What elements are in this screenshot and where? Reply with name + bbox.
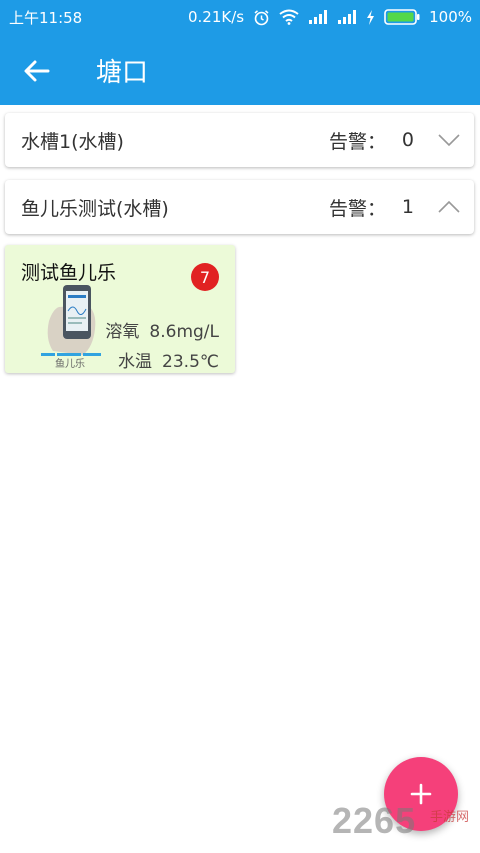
alarm-badge: 7 xyxy=(191,263,219,291)
alarm-icon xyxy=(254,9,269,25)
watermark-subtitle: 手游网 xyxy=(430,810,470,825)
arrow-left-icon[interactable] xyxy=(22,56,52,86)
chevron-up-icon[interactable] xyxy=(438,200,460,214)
alarm-label: 告警： xyxy=(328,197,386,220)
alarm-count: 1 xyxy=(401,196,414,218)
alarm-count: 0 xyxy=(401,129,414,151)
battery-icon xyxy=(384,9,420,25)
status-bar: 上午11:58 0.21K/s 100% xyxy=(0,0,480,34)
alarm-label: 告警： xyxy=(328,130,386,153)
network-speed: 0.21K/s xyxy=(188,8,245,26)
app-bar: 塘口 xyxy=(0,34,480,105)
page-title: 塘口 xyxy=(96,58,149,88)
chevron-down-icon[interactable] xyxy=(438,133,460,147)
device-card[interactable]: 测试鱼儿乐 7 鱼儿乐 溶氧 8.6mg/L 水温 23.5℃ xyxy=(5,245,235,373)
metric-dissolved-oxygen: 溶氧 8.6mg/L xyxy=(105,317,219,342)
group-row-tank-1[interactable]: 水槽1(水槽) 告警： 0 xyxy=(5,113,474,167)
status-icons: 0.21K/s 100% xyxy=(188,8,472,26)
metric-water-temperature: 水温 23.5℃ xyxy=(118,347,219,372)
wifi-icon xyxy=(279,9,299,25)
group-row-yuerle-test[interactable]: 鱼儿乐测试(水槽) 告警： 1 xyxy=(5,180,474,234)
charging-icon xyxy=(367,9,375,25)
group-name: 水槽1(水槽) xyxy=(21,130,124,153)
metric-value: 23.5℃ xyxy=(162,352,219,372)
signal-icon xyxy=(309,10,328,24)
battery-percent: 100% xyxy=(429,8,472,26)
metric-value: 8.6mg/L xyxy=(149,322,219,342)
metric-label: 溶氧 xyxy=(105,322,140,342)
signal-icon xyxy=(338,10,357,24)
group-name: 鱼儿乐测试(水槽) xyxy=(21,197,169,220)
status-time: 上午11:58 xyxy=(9,8,83,27)
watermark-logo: 2265 xyxy=(332,800,417,841)
metric-label: 水温 xyxy=(118,352,153,372)
thumbnail-caption: 鱼儿乐 xyxy=(55,359,85,370)
